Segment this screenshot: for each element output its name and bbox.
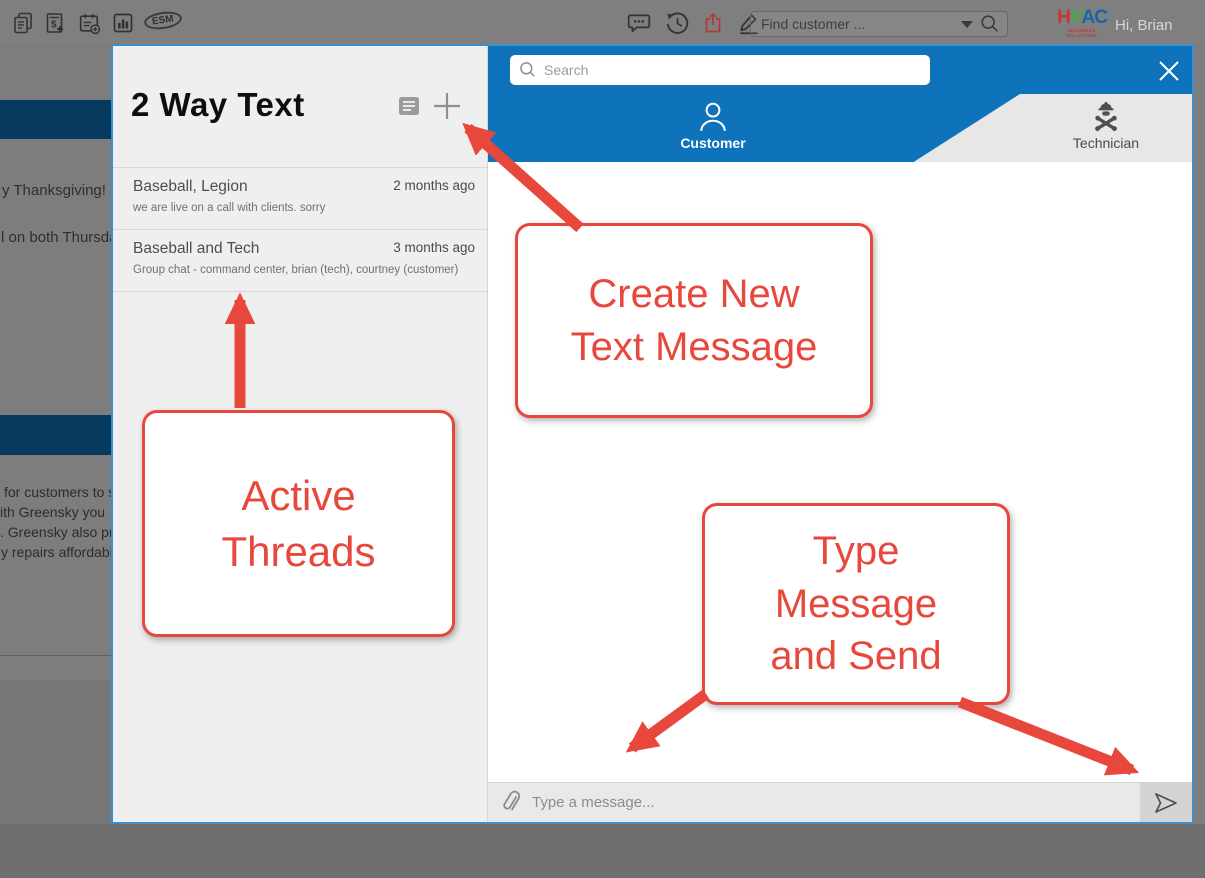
callout-create-new-text-message: Create New Text Message — [515, 223, 873, 418]
panel-title: 2 Way Text — [131, 86, 305, 124]
send-button[interactable] — [1140, 783, 1192, 822]
tab-label: Technician — [1026, 135, 1186, 151]
logo-ac: AC — [1081, 7, 1106, 28]
callout-text: Message — [775, 578, 937, 631]
close-icon[interactable] — [1154, 56, 1184, 86]
callout-text: Type — [813, 525, 900, 578]
background-region — [0, 680, 111, 824]
thread-name: Baseball, Legion — [133, 178, 248, 196]
invoice-add-icon[interactable]: $ — [42, 10, 68, 36]
tab-customer[interactable]: Customer — [633, 94, 793, 162]
screen: y Thanksgiving! l on both Thursday for c… — [0, 0, 1205, 878]
find-customer-search — [750, 11, 1008, 37]
conversation-search-input[interactable] — [544, 62, 922, 78]
callout-type-message-and-send: Type Message and Send — [702, 503, 1010, 705]
technician-icon — [1026, 100, 1186, 134]
thread-list-item[interactable]: Baseball and Tech 3 months ago Group cha… — [113, 230, 487, 292]
background-text-fragment: l on both Thursday — [1, 229, 125, 246]
tab-technician[interactable]: Technician — [1026, 94, 1186, 162]
callout-text: and Send — [770, 630, 941, 683]
logo-subtitle: BUSINESS SOLUTIONS — [1053, 28, 1111, 38]
thread-time: 3 months ago — [393, 240, 475, 255]
export-icon[interactable] — [700, 10, 726, 36]
schedule-add-icon[interactable] — [76, 10, 102, 36]
background-divider — [0, 655, 111, 656]
conversation-panel: Customer Technician — [488, 46, 1192, 822]
chevron-down-icon[interactable] — [961, 21, 973, 28]
background-text-fragment: ith Greensky you — [0, 504, 105, 520]
callout-text: Create New — [588, 268, 799, 321]
attachment-paperclip-icon[interactable] — [488, 791, 532, 815]
top-navigation-bar: $ ESM HVAC BUSINESS SOLUTIONS — [0, 0, 1205, 44]
recipient-tab-bar: Customer Technician — [488, 94, 1192, 162]
user-greeting: Hi, Brian — [1115, 17, 1173, 34]
thread-preview: we are live on a call with clients. sorr… — [133, 202, 475, 214]
search-icon[interactable] — [979, 13, 1001, 35]
find-customer-input[interactable] — [761, 16, 955, 32]
callout-text: Active — [241, 468, 355, 523]
message-compose-bar — [488, 782, 1192, 822]
search-icon — [518, 60, 538, 80]
tab-label: Customer — [633, 135, 793, 151]
background-text-fragment: . Greensky also pro — [0, 524, 121, 540]
chat-icon[interactable] — [626, 10, 652, 36]
copy-documents-icon[interactable] — [10, 10, 36, 36]
background-text-fragment: y Thanksgiving! — [2, 182, 106, 199]
background-region — [0, 824, 1205, 878]
svg-text:$: $ — [51, 20, 57, 31]
background-text-fragment: y repairs affordabl — [1, 544, 113, 560]
customer-person-icon — [633, 100, 793, 134]
message-templates-icon[interactable] — [397, 95, 421, 117]
callout-text: Threads — [221, 524, 375, 579]
history-icon[interactable] — [664, 10, 690, 36]
message-input[interactable] — [532, 794, 1140, 811]
thread-name: Baseball and Tech — [133, 240, 259, 258]
background-text-fragment: for customers to s — [4, 484, 115, 500]
conversation-search — [510, 55, 930, 85]
conversation-header — [488, 46, 1192, 94]
send-icon — [1152, 790, 1180, 816]
callout-active-threads: Active Threads — [142, 410, 455, 637]
hvac-logo[interactable]: HVAC BUSINESS SOLUTIONS — [1053, 8, 1111, 38]
thread-list-item[interactable]: Baseball, Legion 2 months ago we are liv… — [113, 168, 487, 230]
esm-badge[interactable]: ESM — [143, 9, 183, 31]
reports-icon[interactable] — [110, 10, 136, 36]
thread-preview: Group chat - command center, brian (tech… — [133, 264, 475, 276]
new-thread-plus-icon[interactable] — [431, 90, 463, 122]
callout-text: Text Message — [571, 321, 818, 374]
thread-time: 2 months ago — [393, 178, 475, 193]
